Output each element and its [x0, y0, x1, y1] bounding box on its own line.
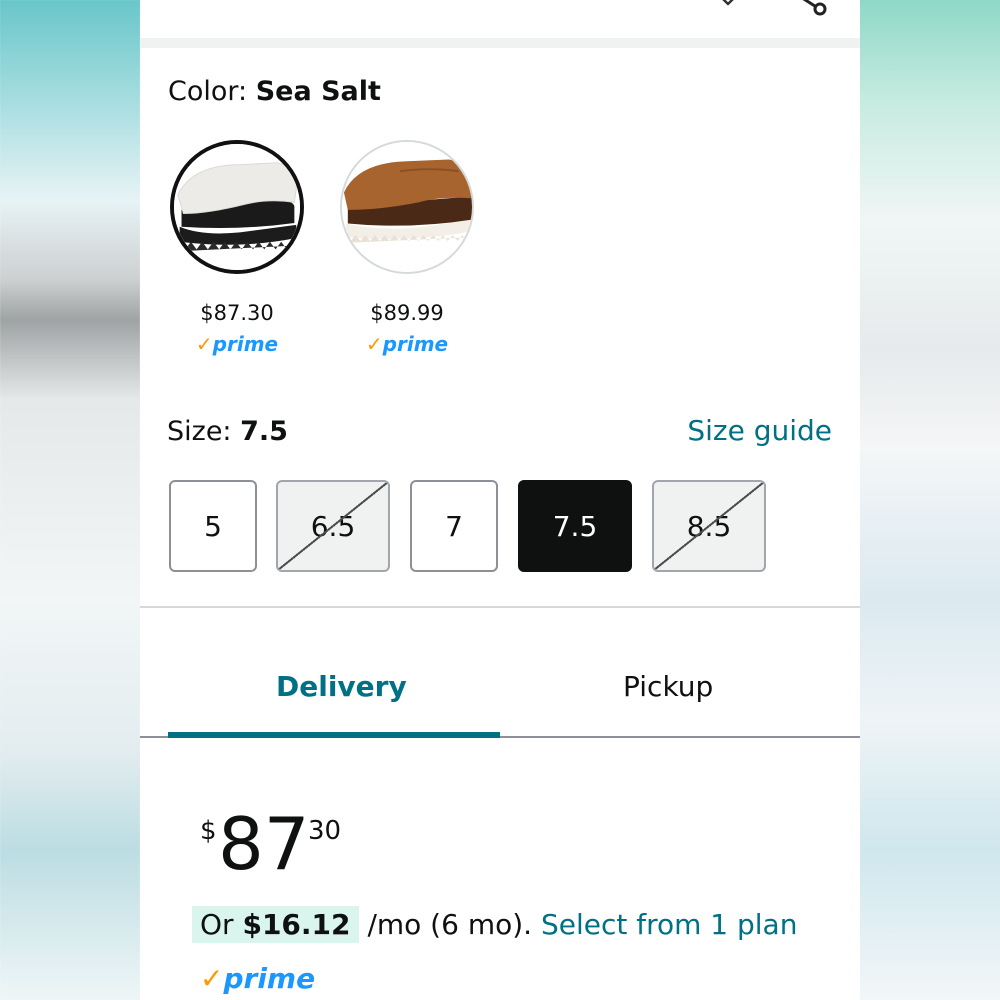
color-value: Sea Salt: [255, 76, 381, 107]
share-icon[interactable]: [792, 0, 832, 18]
swatch-brown[interactable]: [340, 140, 474, 274]
size-guide-link[interactable]: Size guide: [687, 414, 832, 447]
tab-pickup[interactable]: Pickup: [623, 670, 713, 703]
prime-check-icon: ✓: [195, 332, 213, 356]
sandal-brown-image: [342, 142, 472, 272]
section-divider: [140, 606, 860, 608]
prime-badge: ✓prime: [200, 962, 316, 995]
price-fraction: 30: [308, 816, 342, 846]
swatch-price: $89.99: [370, 301, 444, 325]
active-tab-indicator: [168, 732, 500, 738]
prime-check-icon: ✓: [200, 962, 224, 995]
color-label: Color: Sea Salt: [168, 76, 381, 107]
size-option-6-5-unavailable[interactable]: 6.5: [276, 480, 390, 572]
size-option-8-5-unavailable[interactable]: 8.5: [652, 480, 766, 572]
background-left: [0, 0, 140, 1000]
prime-badge: ✓prime: [365, 332, 449, 356]
sandal-white-image: [174, 144, 300, 270]
prime-badge: ✓prime: [195, 332, 279, 356]
swatch-price: $87.30: [200, 301, 274, 325]
section-divider: [140, 38, 860, 48]
installment-highlight: Or $16.12: [192, 906, 359, 943]
size-label: Size: 7.5: [167, 416, 288, 447]
size-option-5[interactable]: 5: [169, 480, 257, 572]
background-right: [860, 0, 1000, 1000]
installment-term: /mo (6 mo).: [367, 908, 533, 941]
installment-offer: Or $16.12 /mo (6 mo). Select from 1 plan: [192, 906, 798, 943]
price-whole: 87: [218, 802, 310, 886]
price-currency: $: [200, 816, 217, 846]
swatch-sea-salt[interactable]: [170, 140, 304, 274]
product-panel: Color: Sea Salt $87.30 ✓prime $89.99 ✓pr…: [140, 0, 860, 1000]
size-option-7[interactable]: 7: [410, 480, 498, 572]
select-plan-link[interactable]: Select from 1 plan: [541, 908, 798, 941]
size-option-7-5-selected[interactable]: 7.5: [518, 480, 632, 572]
heart-icon[interactable]: [716, 0, 740, 14]
top-action-bar: [140, 0, 860, 38]
tab-delivery[interactable]: Delivery: [276, 670, 407, 703]
installment-amount: $16.12: [242, 908, 351, 941]
prime-check-icon: ✓: [365, 332, 383, 356]
size-value: 7.5: [240, 416, 288, 447]
